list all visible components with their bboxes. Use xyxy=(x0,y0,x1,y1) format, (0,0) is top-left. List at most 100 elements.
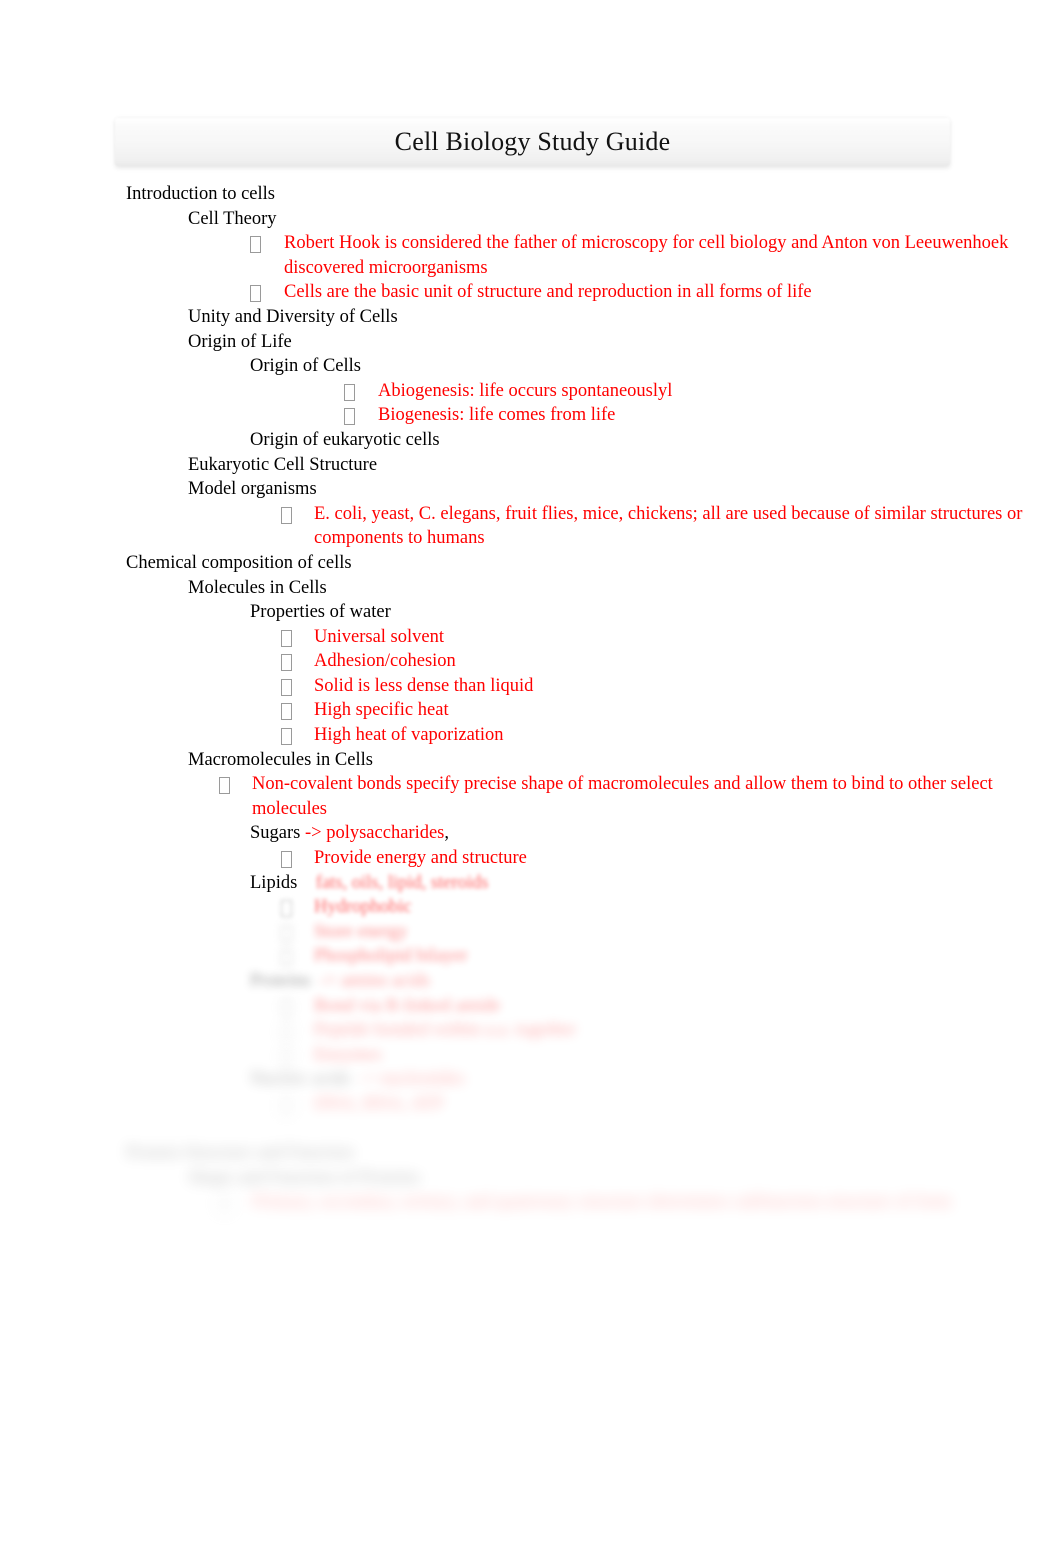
obscured-text: Enzymes xyxy=(314,1044,382,1065)
bullet-box-icon xyxy=(250,285,261,303)
bullet-box-icon xyxy=(281,924,292,942)
obscured-outline-item: Protein Structure and Function xyxy=(0,1141,1062,1166)
bullet-item-solid-less-dense: Solid is less dense than liquid xyxy=(0,674,1062,699)
outline-item-introduction-to-cells: Introduction to cells xyxy=(0,182,1062,207)
bullet-box-icon xyxy=(281,998,292,1016)
outline-item-origin-of-eukaryotic-cells: Origin of eukaryotic cells xyxy=(0,428,1062,453)
obscured-bullet-item: Store energy xyxy=(0,920,1062,945)
bullet-box-icon xyxy=(281,703,292,721)
bullet-item-adhesion-cohesion: Adhesion/cohesion xyxy=(0,649,1062,674)
obscured-bullet-item: Enzymes xyxy=(0,1043,1062,1068)
bullet-text: High specific heat xyxy=(314,700,449,721)
outline-item-model-organisms: Model organisms xyxy=(0,477,1062,502)
bullet-item-universal-solvent: Universal solvent xyxy=(0,625,1062,650)
bullet-item-abiogenesis: Abiogenesis: life occurs spontaneouslyl xyxy=(0,379,1062,404)
lipids-label: Lipids xyxy=(250,872,298,893)
obscured-text: Primary, secondary, tertiary, and quater… xyxy=(252,1192,952,1213)
obscured-text: -> nucleotides xyxy=(350,1069,465,1090)
bullet-box-icon xyxy=(219,777,230,795)
outline-label: Molecules in Cells xyxy=(188,577,327,598)
outline-item-origin-of-cells: Origin of Cells xyxy=(0,354,1062,379)
obscured-label: Protein Structure and Function xyxy=(126,1143,354,1164)
obscured-text: Hydrophobic xyxy=(314,897,412,918)
bullet-item-high-heat-of-vaporization: High heat of vaporization xyxy=(0,723,1062,748)
obscured-outline-item: Proteins -> amino acids xyxy=(0,969,1062,994)
outline-item-sugars: Sugars -> polysaccharides, xyxy=(0,821,1062,846)
outline-label: Cell Theory xyxy=(188,208,277,229)
outline-item-chemical-composition: Chemical composition of cells xyxy=(0,551,1062,576)
obscured-bullet-item: Peptide bonded within a.a. together xyxy=(0,1018,1062,1043)
obscured-text: Peptide bonded within a.a. together xyxy=(314,1020,577,1041)
bullet-box-icon xyxy=(281,1047,292,1065)
obscured-text: -> amino acids xyxy=(310,971,430,991)
obscured-text: fats, oils, lipid, steroids xyxy=(297,872,489,893)
bullet-item-cells-basic-unit: Cells are the basic unit of structure an… xyxy=(0,280,1062,305)
document-body: Introduction to cells Cell Theory Robert… xyxy=(0,182,1062,1215)
sugars-arrow-polysaccharides: -> polysaccharides xyxy=(305,823,445,844)
bullet-box-icon xyxy=(219,1195,230,1213)
bullet-text: Abiogenesis: life occurs spontaneouslyl xyxy=(378,380,673,401)
obscured-text: Store energy xyxy=(314,921,408,942)
bullet-item-provide-energy-and-structure: Provide energy and structure xyxy=(0,846,1062,871)
obscured-label: Nucleic acids xyxy=(250,1069,351,1090)
outline-item-origin-of-life: Origin of Life xyxy=(0,330,1062,355)
obscured-outline-item: Nucleic acids -> nucleotides xyxy=(0,1067,1062,1092)
outline-item-macromolecules-in-cells: Macromolecules in Cells xyxy=(0,748,1062,773)
outline-label: Eukaryotic Cell Structure xyxy=(188,454,378,475)
outline-item-cell-theory: Cell Theory xyxy=(0,207,1062,232)
obscured-bullet-item: Phospholipid bilayer xyxy=(0,944,1062,969)
bullet-box-icon xyxy=(281,629,292,647)
outline-label: Origin of Life xyxy=(188,331,292,352)
outline-label: Macromolecules in Cells xyxy=(188,749,373,770)
obscured-bullet-item: Hydrophobic xyxy=(0,895,1062,920)
outline-label: Chemical composition of cells xyxy=(126,552,352,573)
bullet-text: Solid is less dense than liquid xyxy=(314,675,534,696)
outline-label: Model organisms xyxy=(188,479,317,500)
bullet-box-icon xyxy=(281,900,292,918)
bullet-text: Robert Hook is considered the father of … xyxy=(284,233,1009,278)
bullet-text: E. coli, yeast, C. elegans, fruit flies,… xyxy=(314,503,1023,549)
bullet-item-biogenesis: Biogenesis: life comes from life xyxy=(0,403,1062,428)
obscured-bullet-item: Bond via R-linked amide xyxy=(0,994,1062,1019)
obscured-outline-item: Shape and Function of Proteins xyxy=(0,1166,1062,1191)
obscured-label: Shape and Function of Proteins xyxy=(188,1167,421,1188)
sugars-label: Sugars xyxy=(250,823,305,844)
bullet-text: Cells are the basic unit of structure an… xyxy=(284,282,812,303)
obscured-text: Phospholipid bilayer xyxy=(314,946,468,967)
bullet-item-model-organisms: E. coli, yeast, C. elegans, fruit flies,… xyxy=(0,502,1062,551)
bullet-text: Non-covalent bonds specify precise shape… xyxy=(252,774,993,819)
outline-item-eukaryotic-cell-structure: Eukaryotic Cell Structure xyxy=(0,453,1062,478)
bullet-box-icon xyxy=(281,949,292,967)
obscured-bullet-item: DNA, RNA, ATP xyxy=(0,1092,1062,1117)
obscured-label: Proteins xyxy=(250,971,311,991)
outline-item-molecules-in-cells: Molecules in Cells xyxy=(0,576,1062,601)
bullet-item-robert-hook: Robert Hook is considered the father of … xyxy=(0,231,1062,280)
bullet-box-icon xyxy=(281,506,292,524)
obscured-text: DNA, RNA, ATP xyxy=(314,1093,444,1114)
bullet-item-high-specific-heat: High specific heat xyxy=(0,698,1062,723)
obscured-text: Bond via R-linked amide xyxy=(314,995,501,1016)
outline-item-unity-and-diversity: Unity and Diversity of Cells xyxy=(0,305,1062,330)
bullet-text: Adhesion/cohesion xyxy=(314,651,456,672)
bullet-text: Biogenesis: life comes from life xyxy=(378,405,616,426)
bullet-item-non-covalent-bonds: Non-covalent bonds specify precise shape… xyxy=(0,772,1062,821)
bullet-box-icon xyxy=(281,654,292,672)
bullet-box-icon xyxy=(281,678,292,696)
bullet-box-icon xyxy=(344,408,355,426)
outline-label: Properties of water xyxy=(250,602,391,623)
bullet-text: High heat of vaporization xyxy=(314,725,504,746)
bullet-box-icon xyxy=(344,383,355,401)
outline-item-lipids: Lipids fats, oils, lipid, steroids xyxy=(0,871,1062,896)
bullet-box-icon xyxy=(281,1096,292,1114)
bullet-text: Provide energy and structure xyxy=(314,848,527,869)
bullet-box-icon xyxy=(281,851,292,869)
outline-item-properties-of-water: Properties of water xyxy=(0,600,1062,625)
outline-label: Introduction to cells xyxy=(126,184,275,204)
outline-label: Unity and Diversity of Cells xyxy=(188,306,398,327)
bullet-box-icon xyxy=(281,728,292,746)
obscured-bullet-item: Primary, secondary, tertiary, and quater… xyxy=(0,1190,1062,1215)
outline-label: Origin of eukaryotic cells xyxy=(250,429,440,450)
sugars-comma: , xyxy=(444,823,449,844)
bullet-box-icon xyxy=(250,236,261,254)
